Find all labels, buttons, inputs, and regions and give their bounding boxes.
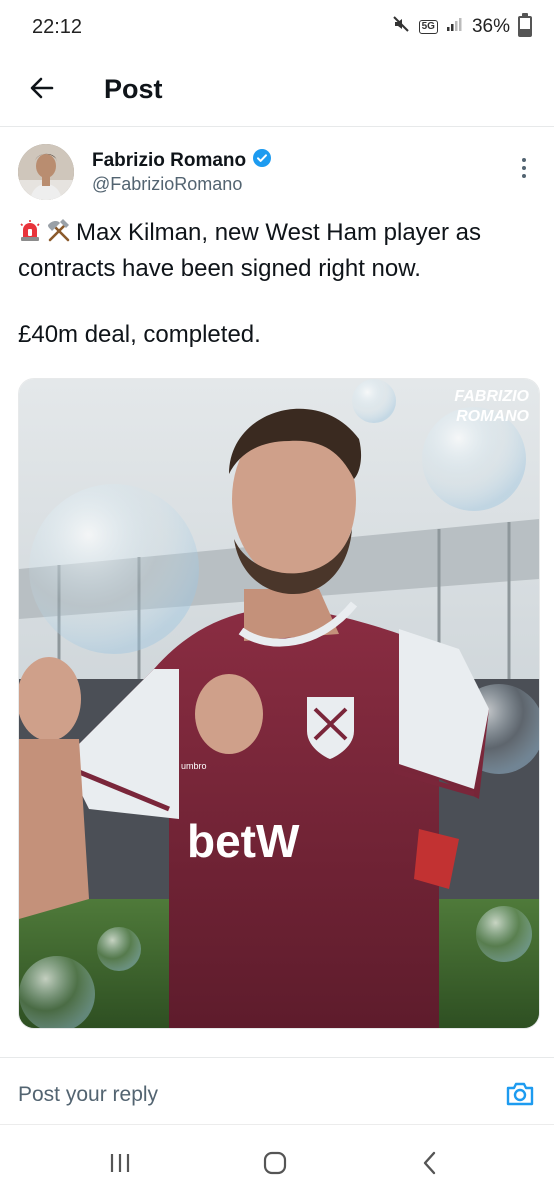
arrow-left-icon (28, 74, 56, 107)
more-dot (522, 158, 526, 162)
more-dot (522, 166, 526, 170)
back-icon (420, 1150, 440, 1181)
post-text-line-2: contracts have been signed right now. (18, 255, 421, 282)
battery-level (520, 28, 530, 35)
camera-icon (505, 1081, 535, 1112)
recents-button[interactable] (90, 1143, 150, 1187)
post-text: Max Kilman, new West Ham player as contr… (18, 216, 542, 351)
signal-icon (446, 16, 464, 37)
mute-icon (391, 14, 411, 39)
watermark-line-2: ROMANO (456, 408, 529, 425)
post-text-spacer (18, 285, 542, 318)
post-text-deal: £40m deal, completed. (18, 321, 261, 348)
home-icon (262, 1150, 288, 1181)
status-bar: 22:12 5G 36% (0, 0, 554, 58)
more-options-button[interactable] (510, 154, 538, 182)
status-time: 22:12 (32, 16, 83, 38)
post-text-line-1: Max Kilman, new West Ham player as (18, 216, 542, 252)
nav-back-button[interactable] (400, 1143, 460, 1187)
more-dot (522, 174, 526, 178)
post-media-image[interactable]: betW umbro FABRIZIO ROMANO (18, 378, 540, 1029)
post-header: Post (0, 58, 554, 127)
reply-divider (0, 1057, 554, 1058)
5g-icon: 5G (418, 19, 438, 34)
author-name-text: Fabrizio Romano (92, 150, 247, 171)
post-text-line-1-text: Max Kilman, new West Ham player as (76, 219, 482, 246)
kit-brand-text: umbro (181, 761, 207, 771)
camera-button[interactable] (500, 1078, 540, 1114)
watermark-line-1: FABRIZIO (454, 388, 529, 405)
battery-icon (518, 13, 532, 37)
system-nav-bar (0, 1124, 554, 1201)
hammer-and-pick-icon (46, 219, 72, 252)
recents-icon (108, 1152, 132, 1179)
page-title: Post (104, 74, 163, 104)
rotating-light-icon (18, 219, 42, 252)
status-icons: 5G 36% (391, 13, 532, 39)
sponsor-text: betW (187, 815, 300, 867)
reply-input[interactable]: Post your reply (18, 1083, 158, 1107)
back-button[interactable] (20, 68, 64, 112)
battery-percent: 36% (471, 15, 510, 37)
verified-badge-icon (252, 148, 272, 174)
author-name[interactable]: Fabrizio Romano (92, 148, 272, 174)
home-button[interactable] (245, 1143, 305, 1187)
author-handle[interactable]: @FabrizioRomano (92, 174, 242, 195)
avatar[interactable] (18, 144, 74, 200)
